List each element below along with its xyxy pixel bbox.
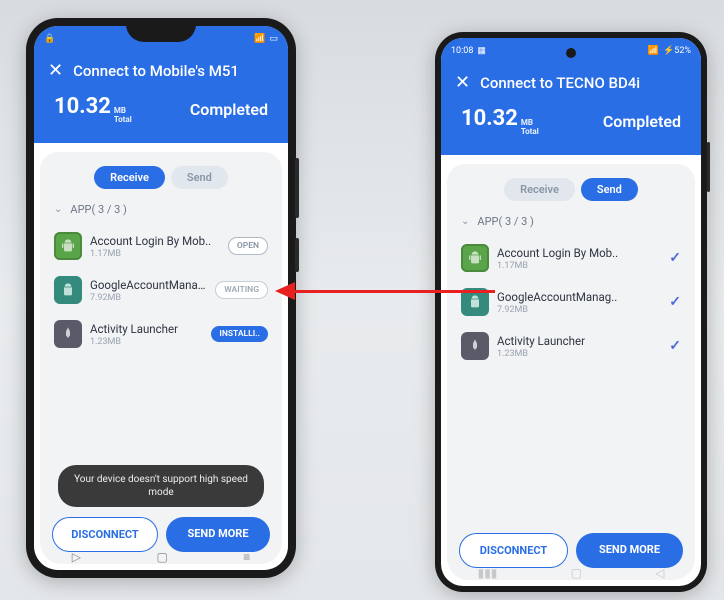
power-button (295, 238, 299, 272)
app-size: 7.92MB (497, 305, 661, 315)
back-nav-icon[interactable]: ◁ (655, 566, 664, 580)
tab-receive[interactable]: Receive (504, 178, 575, 201)
section-header[interactable]: ⌄ APP( 3 / 3 ) (457, 215, 685, 228)
phone-right: 10:08 ▦ 📶 ⚡52% ✕ Connect to TECNO BD4i 10.… (435, 32, 707, 592)
tab-row: Receive Send (457, 178, 685, 201)
home-nav-icon[interactable]: ▢ (571, 566, 582, 580)
app-name: GoogleAccountManag.. (90, 278, 207, 292)
rocket-icon (461, 332, 489, 360)
page-title: Connect to Mobile's M51 (73, 62, 239, 80)
page-title: Connect to TECNO BD4i (480, 74, 640, 92)
chevron-down-icon: ⌄ (54, 204, 62, 215)
transfer-size: 10.32 MBTotal (54, 94, 132, 125)
app-row: Activity Launcher1.23MB INSTALLI.. (50, 312, 272, 356)
tab-send[interactable]: Send (581, 178, 638, 201)
recent-nav-icon[interactable]: ≡ (243, 550, 250, 564)
home-nav-icon[interactable]: ▢ (156, 550, 167, 564)
app-row: Activity Launcher1.23MB ✓ (457, 324, 685, 368)
phone-left: 🔒 📶 ▭ ✕ Connect to Mobile's M51 10.32 MBT… (26, 18, 296, 578)
content-panel: Receive Send ⌄ APP( 3 / 3 ) Account Logi… (447, 164, 695, 580)
app-name: GoogleAccountManag.. (497, 290, 661, 304)
battery-label: ⚡52% (663, 46, 691, 56)
tab-receive[interactable]: Receive (94, 166, 165, 189)
transfer-size: 10.32 MBTotal (461, 106, 539, 137)
signal-icon: 📶 (254, 34, 265, 44)
install-button[interactable]: INSTALLI.. (211, 326, 268, 342)
section-label: APP( 3 / 3 ) (70, 203, 126, 216)
rocket-icon (54, 320, 82, 348)
header: ✕ Connect to TECNO BD4i 10.32 MBTotal Co… (441, 64, 701, 155)
open-button[interactable]: OPEN (228, 237, 268, 255)
app-size: 1.23MB (497, 349, 661, 359)
check-icon: ✓ (669, 250, 681, 266)
app-size: 7.92MB (90, 293, 207, 303)
lock-icon: 🔒 (44, 34, 55, 44)
transfer-status: Completed (603, 112, 681, 131)
app-name: Account Login By Mob.. (90, 234, 220, 248)
app-row: GoogleAccountManag..7.92MB WAITING (50, 268, 272, 312)
nav-bar: ▮▮▮ ▢ ◁ (441, 562, 701, 584)
notch (126, 26, 196, 42)
app-row: Account Login By Mob..1.17MB OPEN (50, 224, 272, 268)
wifi-icon: 📶 (648, 46, 659, 56)
battery-icon: ▭ (269, 34, 278, 44)
app-name: Account Login By Mob.. (497, 246, 661, 260)
app-name: Activity Launcher (497, 334, 661, 348)
toast-message: Your device doesn't support high speed m… (58, 465, 264, 507)
app-size: 1.17MB (90, 249, 220, 259)
arrow-annotation (275, 282, 495, 302)
section-header[interactable]: ⌄ APP( 3 / 3 ) (50, 203, 272, 216)
transfer-status: Completed (190, 100, 268, 119)
close-icon[interactable]: ✕ (455, 74, 470, 92)
screen-left: 🔒 📶 ▭ ✕ Connect to Mobile's M51 10.32 MBT… (34, 26, 288, 570)
app-row: Account Login By Mob..1.17MB ✓ (457, 236, 685, 280)
tab-send[interactable]: Send (171, 166, 228, 189)
time-label: 10:08 (451, 46, 473, 56)
screen-right: 10:08 ▦ 📶 ⚡52% ✕ Connect to TECNO BD4i 10.… (441, 38, 701, 586)
back-nav-icon[interactable]: ▷ (72, 550, 81, 564)
check-icon: ✓ (669, 338, 681, 354)
notification-icon: ▦ (477, 46, 486, 56)
nav-bar: ▷ ▢ ≡ (34, 546, 288, 568)
android-icon (54, 232, 82, 260)
android-icon (461, 244, 489, 272)
section-label: APP( 3 / 3 ) (477, 215, 533, 228)
header: ✕ Connect to Mobile's M51 10.32 MBTotal … (34, 52, 288, 143)
app-size: 1.17MB (497, 261, 661, 271)
status-badge: WAITING (215, 281, 268, 299)
volume-button (295, 158, 299, 218)
volume-button (707, 142, 710, 192)
close-icon[interactable]: ✕ (48, 62, 63, 80)
app-size: 1.23MB (90, 337, 203, 347)
recent-nav-icon[interactable]: ▮▮▮ (478, 566, 498, 580)
tab-row: Receive Send (50, 166, 272, 189)
android-icon (54, 276, 82, 304)
check-icon: ✓ (669, 294, 681, 310)
app-name: Activity Launcher (90, 322, 203, 336)
chevron-down-icon: ⌄ (461, 216, 469, 227)
camera-punch (566, 48, 576, 58)
content-panel: Receive Send ⌄ APP( 3 / 3 ) Account Logi… (40, 152, 282, 564)
